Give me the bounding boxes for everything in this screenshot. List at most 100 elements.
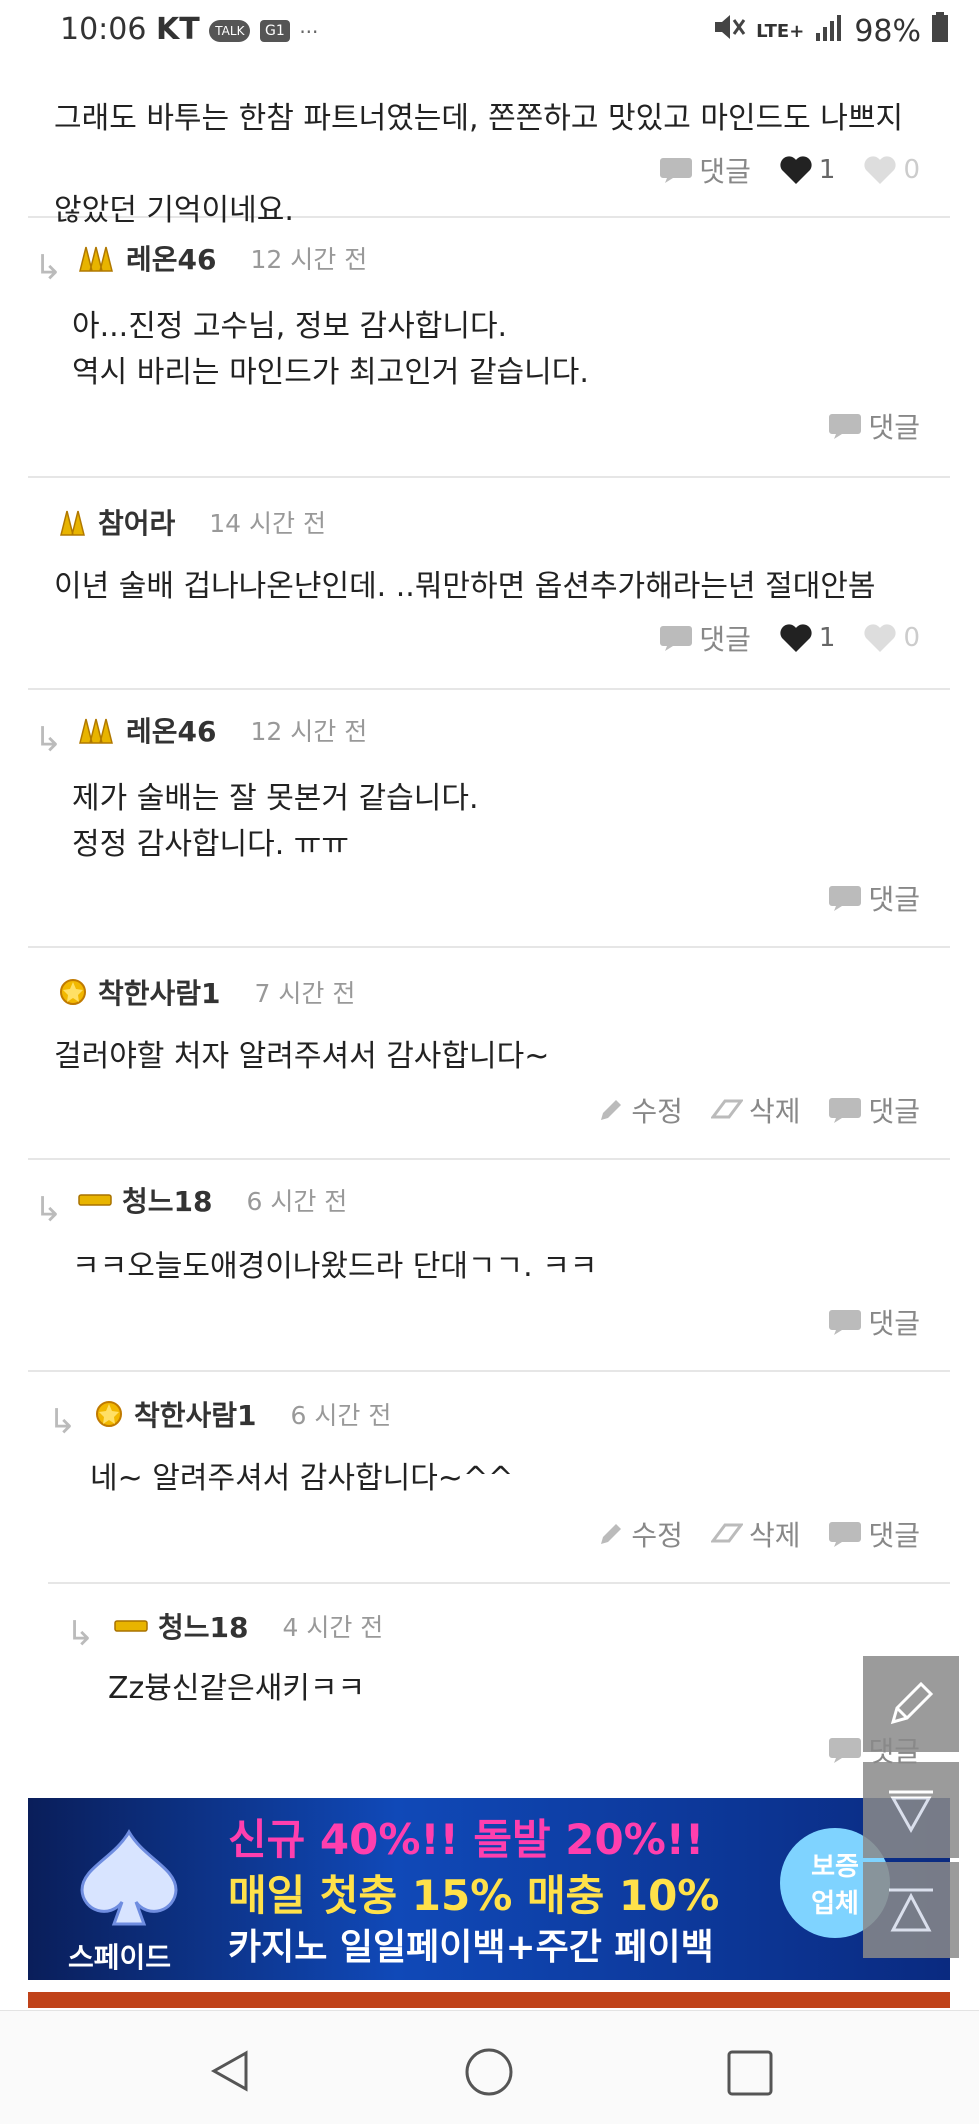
level-badge-icon: [60, 979, 86, 1005]
level-badge-icon: [96, 1401, 122, 1427]
comment-item: ↳ 청느18 4 시간 전 Zz븅신같은새키ㅋㅋ 댓글: [64, 1584, 950, 1796]
reply-label: 댓글: [699, 623, 751, 656]
triangle-down-icon: [889, 1790, 933, 1834]
scroll-up-button[interactable]: [863, 1862, 959, 1958]
edit-button[interactable]: 수정: [597, 1514, 683, 1554]
pencil-icon: [890, 1681, 934, 1725]
comment-author[interactable]: 레온46: [126, 238, 217, 278]
speech-bubble-icon: [829, 886, 862, 911]
reply-arrow-icon: ↳: [34, 1190, 63, 1230]
edit-label: 수정: [631, 1095, 683, 1128]
heart-filled-icon: [780, 624, 812, 652]
level-badge-icon: [114, 1620, 148, 1632]
recents-icon[interactable]: [726, 2049, 774, 2101]
comment-time: 14 시간 전: [209, 509, 326, 538]
level-badge-icon: [78, 1194, 112, 1206]
comment-time: 12 시간 전: [250, 717, 368, 746]
comment-author[interactable]: 착한사람1: [98, 972, 221, 1012]
comment-text: 아...진정 고수님, 정보 감사합니다. 역시 바리는 마인드가 최고인거 같…: [72, 309, 589, 390]
comment-text-line1: 그래도 바투는 한참 파트너였는데, 쫀쫀하고 맛있고 마인드도 나쁘지: [54, 101, 904, 136]
comment-item: 착한사람1 7 시간 전 걸러야할 처자 알려주셔서 감사합니다~ 수정 삭제 …: [28, 948, 950, 1160]
ad-line1: 신규 40%!! 돌발 20%!!: [228, 1815, 705, 1864]
like-button[interactable]: 1: [779, 155, 836, 185]
reply-button[interactable]: 댓글: [828, 406, 920, 446]
comment-item: ↳ 레온46 12 시간 전 아...진정 고수님, 정보 감사합니다. 역시 …: [28, 218, 950, 478]
talk-icon: TALK: [209, 19, 251, 42]
dislike-count: 0: [903, 155, 920, 185]
level-badge-icon: [60, 510, 85, 536]
level-badge-icon: [79, 718, 113, 744]
ad-line3: 카지노 일일페이백+주간 페이백: [228, 1927, 714, 1968]
delete-button[interactable]: 삭제: [710, 1090, 801, 1130]
dislike-count: 0: [903, 623, 920, 653]
edit-label: 수정: [631, 1519, 683, 1552]
reply-label: 댓글: [868, 1095, 920, 1128]
comment-author[interactable]: 착한사람1: [134, 1394, 257, 1434]
ad-line2: 매일 첫충 15% 매충 10%: [228, 1871, 720, 1920]
speech-bubble-icon: [829, 1738, 862, 1763]
comment-author[interactable]: 청느18: [158, 1606, 249, 1646]
pencil-icon: [601, 1100, 622, 1120]
edit-button[interactable]: 수정: [597, 1090, 683, 1130]
comment-time: 6 시간 전: [290, 1401, 392, 1430]
reply-button[interactable]: 댓글: [659, 150, 751, 190]
reply-arrow-icon: ↳: [34, 248, 63, 288]
heart-outline-icon: [864, 156, 897, 184]
eraser-icon: [710, 1099, 743, 1119]
speech-bubble-icon: [829, 1098, 862, 1123]
next-ad-strip: [28, 1992, 950, 2008]
comment-text: ㅋㅋ오늘도애경이나왔드라 단대ㄱㄱ. ㅋㅋ: [72, 1249, 598, 1284]
dislike-button[interactable]: 0: [863, 623, 920, 653]
ad-banner[interactable]: 스페이드 신규 40%!! 돌발 20%!! 매일 첫충 15% 매충 10% …: [28, 1798, 950, 1980]
reply-arrow-icon: ↳: [34, 720, 63, 760]
write-button[interactable]: [863, 1656, 959, 1752]
reply-label: 댓글: [868, 1307, 920, 1340]
speech-bubble-icon: [829, 414, 862, 439]
eraser-icon: [710, 1523, 743, 1543]
comment-time: 6 시간 전: [246, 1187, 348, 1216]
level-badge-icon: [79, 246, 113, 272]
reply-button[interactable]: 댓글: [828, 878, 920, 918]
comment-text: Zz븅신같은새키ㅋㅋ: [108, 1671, 366, 1706]
delete-button[interactable]: 삭제: [710, 1514, 801, 1554]
reply-arrow-icon: ↳: [66, 1614, 95, 1654]
like-count: 1: [818, 623, 836, 653]
delete-label: 삭제: [748, 1519, 801, 1552]
pencil-icon: [601, 1524, 622, 1544]
like-button[interactable]: 1: [779, 623, 836, 653]
reply-button[interactable]: 댓글: [659, 618, 751, 658]
comment-partial: 그래도 바투는 한참 파트너였는데, 쫀쫀하고 맛있고 마인드도 나쁘지 않았던…: [28, 40, 950, 228]
back-icon[interactable]: [206, 2047, 254, 2099]
dislike-button[interactable]: 0: [863, 155, 920, 185]
comment-item: ↳ 청느18 6 시간 전 ㅋㅋ오늘도애경이나왔드라 단대ㄱㄱ. ㅋㅋ 댓글: [28, 1160, 950, 1372]
reply-label: 댓글: [868, 883, 920, 916]
comment-author[interactable]: 청느18: [122, 1180, 213, 1220]
comment-text: 네~ 알려주셔서 감사합니다~^^: [90, 1461, 514, 1496]
speech-bubble-icon: [829, 1522, 862, 1547]
comment-text: 제가 술배는 잘 못본거 같습니다. 정정 감사합니다. ㅠㅠ: [72, 781, 479, 862]
scroll-down-button[interactable]: [863, 1762, 959, 1858]
heart-outline-icon: [864, 624, 897, 652]
comment-time: 12 시간 전: [250, 245, 368, 274]
comment-item: ↳ 착한사람1 6 시간 전 네~ 알려주셔서 감사합니다~^^ 수정 삭제 댓…: [48, 1372, 950, 1584]
comment-text: 이년 술배 겁나나온냔인데. ..뭐만하면 옵션추가해라는년 절대안봄: [54, 569, 876, 604]
comment-item: ↳ 레온46 12 시간 전 제가 술배는 잘 못본거 같습니다. 정정 감사합…: [28, 690, 950, 948]
comment-text: 걸러야할 처자 알려주셔서 감사합니다~: [54, 1039, 550, 1074]
speech-bubble-icon: [829, 1310, 862, 1335]
comment-item: 참어라 14 시간 전 이년 술배 겁나나온냔인데. ..뭐만하면 옵션추가해라…: [28, 478, 950, 690]
g1-icon: G1: [260, 19, 290, 42]
comment-time: 7 시간 전: [254, 979, 356, 1008]
speech-bubble-icon: [660, 158, 693, 183]
comment-author[interactable]: 레온46: [126, 710, 217, 750]
ad-brand: 스페이드: [68, 1941, 172, 1974]
reply-button[interactable]: 댓글: [828, 1302, 920, 1342]
reply-label: 댓글: [699, 155, 751, 188]
triangle-up-icon: [889, 1888, 933, 1932]
reply-button[interactable]: 댓글: [828, 1090, 920, 1130]
reply-button[interactable]: 댓글: [828, 1514, 920, 1554]
delete-label: 삭제: [748, 1095, 801, 1128]
comment-author[interactable]: 참어라: [98, 502, 175, 542]
home-icon[interactable]: [464, 2047, 514, 2101]
speech-bubble-icon: [660, 626, 693, 651]
like-count: 1: [818, 155, 836, 185]
